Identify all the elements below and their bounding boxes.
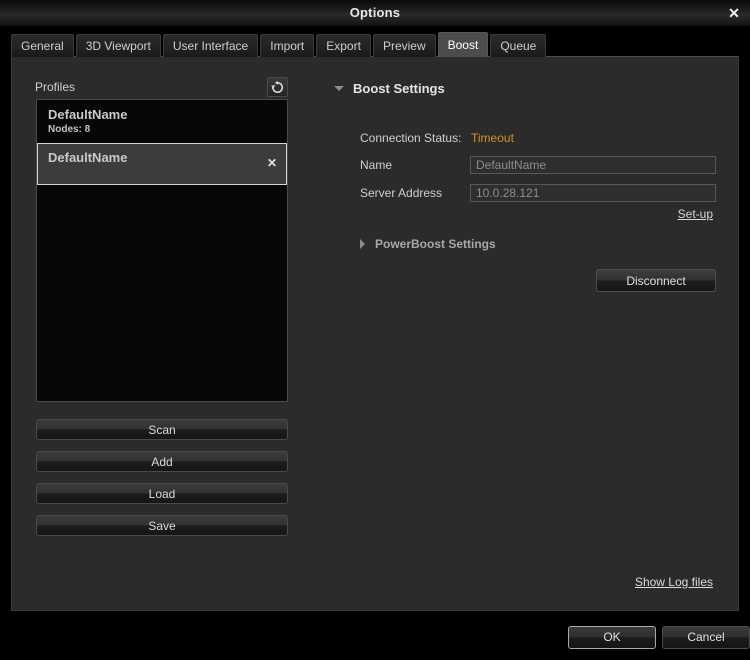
close-icon[interactable]: ✕ <box>724 4 744 23</box>
tab-import[interactable]: Import <box>260 34 315 57</box>
list-item[interactable]: DefaultName Nodes: 8 <box>37 100 287 143</box>
tab-export[interactable]: Export <box>316 34 371 57</box>
ok-button[interactable]: OK <box>568 626 656 649</box>
chevron-right-icon[interactable] <box>360 239 365 249</box>
list-item[interactable]: DefaultName ✕ <box>37 143 287 185</box>
powerboost-settings-title: PowerBoost Settings <box>375 237 496 251</box>
setup-link[interactable]: Set-up <box>678 207 713 221</box>
profile-name: DefaultName <box>48 150 128 165</box>
tab-boost[interactable]: Boost <box>437 32 489 57</box>
title-bar: Options ✕ <box>0 0 750 27</box>
tab-content-panel: Profiles DefaultName Nodes: 8 DefaultNam… <box>11 56 739 611</box>
connection-status-value: Timeout <box>471 131 514 145</box>
name-label: Name <box>360 158 393 172</box>
window-title: Options <box>349 5 401 20</box>
scan-button[interactable]: Scan <box>36 419 288 440</box>
tab-bar: General 3D Viewport User Interface Impor… <box>11 32 547 57</box>
tab-preview[interactable]: Preview <box>372 34 436 57</box>
tab-3d-viewport[interactable]: 3D Viewport <box>75 34 161 57</box>
disconnect-button[interactable]: Disconnect <box>596 269 716 292</box>
load-button[interactable]: Load <box>36 483 288 504</box>
save-button[interactable]: Save <box>36 515 288 536</box>
cancel-button[interactable]: Cancel <box>662 626 750 649</box>
refresh-glyph <box>271 80 284 93</box>
name-input[interactable] <box>470 156 716 174</box>
server-address-input[interactable] <box>470 184 716 202</box>
profile-name: DefaultName <box>48 107 128 122</box>
tab-user-interface[interactable]: User Interface <box>162 34 259 57</box>
profiles-list[interactable]: DefaultName Nodes: 8 DefaultName ✕ <box>36 99 288 402</box>
refresh-icon[interactable] <box>267 77 288 97</box>
powerboost-settings-section-header[interactable]: PowerBoost Settings <box>360 237 496 251</box>
boost-settings-title: Boost Settings <box>353 81 445 96</box>
tab-queue[interactable]: Queue <box>490 34 547 57</box>
profiles-label: Profiles <box>35 80 76 94</box>
tab-general[interactable]: General <box>11 34 74 57</box>
options-dialog-window: Options ✕ General 3D Viewport User Inter… <box>0 0 750 660</box>
add-button[interactable]: Add <box>36 451 288 472</box>
connection-status-label: Connection Status: <box>360 131 462 145</box>
boost-settings-section-header[interactable]: Boost Settings <box>334 81 445 96</box>
server-address-label: Server Address <box>360 186 443 200</box>
chevron-down-icon[interactable] <box>334 86 344 91</box>
remove-profile-icon[interactable]: ✕ <box>267 157 277 169</box>
profile-node-count: Nodes: 8 <box>48 124 91 135</box>
show-log-files-link[interactable]: Show Log files <box>635 575 713 589</box>
